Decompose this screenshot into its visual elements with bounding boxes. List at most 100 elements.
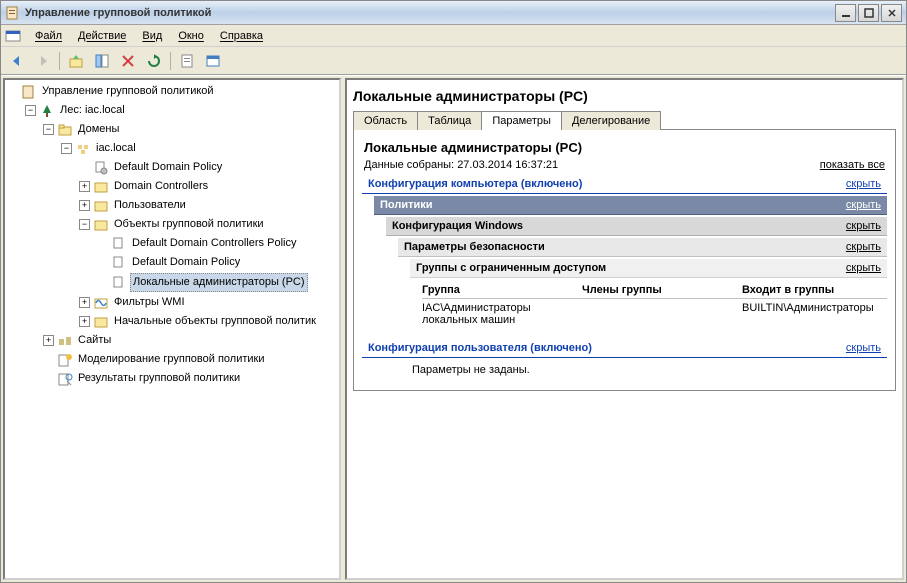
tree-wmi[interactable]: + Фильтры WMI <box>7 293 337 312</box>
tab-strip: Область Таблица Параметры Делегирование <box>353 110 896 130</box>
gpmc-icon <box>21 84 37 100</box>
toolbar <box>1 47 906 75</box>
table-row[interactable]: IAC\Администраторы локальных машин BUILT… <box>422 299 887 329</box>
collapse-icon[interactable]: − <box>43 124 54 135</box>
hide-link[interactable]: скрыть <box>846 262 881 274</box>
col-members: Члены группы <box>582 284 742 296</box>
maximize-button[interactable] <box>858 4 879 22</box>
app-window: Управление групповой политикой Файл Дейс… <box>0 0 907 583</box>
tree-users[interactable]: + Пользователи <box>7 196 337 215</box>
properties-button[interactable] <box>175 50 199 72</box>
tree-gpo-ddc[interactable]: Default Domain Controllers Policy <box>7 234 337 253</box>
cell-group: IAC\Администраторы локальных машин <box>422 302 582 326</box>
expand-icon[interactable]: + <box>79 297 90 308</box>
tree-domain-controllers[interactable]: + Domain Controllers <box>7 177 337 196</box>
tab-delegation[interactable]: Делегирование <box>561 111 661 130</box>
help-button[interactable] <box>201 50 225 72</box>
tree-results[interactable]: Результаты групповой политики <box>7 369 337 388</box>
no-params-text: Параметры не заданы. <box>410 358 887 382</box>
tree-domain[interactable]: − iac.local <box>7 139 337 158</box>
show-all-link[interactable]: показать все <box>820 159 885 171</box>
tab-scope[interactable]: Область <box>353 111 418 130</box>
tree-default-policy[interactable]: Default Domain Policy <box>7 158 337 177</box>
title-bar[interactable]: Управление групповой политикой <box>1 1 906 25</box>
col-group: Группа <box>422 284 582 296</box>
expand-icon[interactable]: + <box>43 335 54 346</box>
console-tree: Управление групповой политикой − Лес: ia… <box>5 80 339 390</box>
policy-title: Локальные администраторы (PC) <box>362 138 887 157</box>
policy-link-icon <box>93 160 109 176</box>
hide-link[interactable]: скрыть <box>846 178 881 190</box>
tree-modeling[interactable]: Моделирование групповой политики <box>7 350 337 369</box>
back-button[interactable] <box>5 50 29 72</box>
col-memberof: Входит в группы <box>742 284 887 296</box>
window-title: Управление групповой политикой <box>25 7 835 19</box>
delete-button[interactable] <box>116 50 140 72</box>
expand-icon[interactable]: + <box>79 181 90 192</box>
hide-link[interactable]: скрыть <box>846 220 881 232</box>
collected-value: 27.03.2014 16:37:21 <box>457 159 558 171</box>
collected-label: Данные собраны: <box>364 159 454 171</box>
tree-forest[interactable]: − Лес: iac.local <box>7 101 337 120</box>
forward-button[interactable] <box>31 50 55 72</box>
toolbar-separator <box>170 52 171 70</box>
collapse-icon[interactable]: − <box>79 219 90 230</box>
refresh-button[interactable] <box>142 50 166 72</box>
section-computer-config[interactable]: Конфигурация компьютера (включено) скрыт… <box>362 175 887 194</box>
menu-window[interactable]: Окно <box>170 28 212 44</box>
tree-gpo-container[interactable]: − Объекты групповой политики <box>7 215 337 234</box>
app-icon <box>5 5 21 21</box>
gpo-icon <box>111 275 127 291</box>
collected-row: Данные собраны: 27.03.2014 16:37:21 <box>364 159 558 171</box>
hide-link[interactable]: скрыть <box>846 199 881 211</box>
minimize-button[interactable] <box>835 4 856 22</box>
tree-sites[interactable]: + Сайты <box>7 331 337 350</box>
menu-action[interactable]: Действие <box>70 28 134 44</box>
domains-icon <box>57 122 73 138</box>
restricted-groups-table: Группа Члены группы Входит в группы IAC\… <box>422 282 887 329</box>
tree-root[interactable]: Управление групповой политикой <box>7 82 337 101</box>
section-user-config[interactable]: Конфигурация пользователя (включено) скр… <box>362 339 887 358</box>
cell-memberof: BUILTIN\Администраторы <box>742 302 887 326</box>
collapse-icon[interactable]: − <box>25 105 36 116</box>
menu-help[interactable]: Справка <box>212 28 271 44</box>
section-restricted-groups[interactable]: Группы с ограниченным доступом скрыть <box>410 259 887 278</box>
ou-icon <box>93 179 109 195</box>
collapse-icon[interactable]: − <box>61 143 72 154</box>
starter-icon <box>93 314 109 330</box>
gpo-icon <box>111 236 127 252</box>
tree-panel[interactable]: Управление групповой политикой − Лес: ia… <box>3 78 341 580</box>
window-controls <box>835 4 902 22</box>
gpo-folder-icon <box>93 217 109 233</box>
close-button[interactable] <box>881 4 902 22</box>
hide-link[interactable]: скрыть <box>846 241 881 253</box>
show-hide-button[interactable] <box>90 50 114 72</box>
expand-icon[interactable]: + <box>79 316 90 327</box>
section-windows-config[interactable]: Конфигурация Windows скрыть <box>386 217 887 236</box>
menu-view[interactable]: Вид <box>134 28 170 44</box>
expand-icon[interactable]: + <box>79 200 90 211</box>
hide-link[interactable]: скрыть <box>846 342 881 354</box>
tab-table[interactable]: Таблица <box>417 111 482 130</box>
gpo-icon <box>111 255 127 271</box>
tab-parameters[interactable]: Параметры <box>481 111 562 130</box>
detail-heading: Локальные администраторы (PC) <box>353 84 896 110</box>
sites-icon <box>57 333 73 349</box>
wmi-icon <box>93 295 109 311</box>
toolbar-separator <box>59 52 60 70</box>
cell-members <box>582 302 742 326</box>
ou-icon <box>93 198 109 214</box>
modeling-icon <box>57 352 73 368</box>
forest-icon <box>39 103 55 119</box>
domain-icon <box>75 141 91 157</box>
section-security-params[interactable]: Параметры безопасности скрыть <box>398 238 887 257</box>
tree-domains[interactable]: − Домены <box>7 120 337 139</box>
tree-gpo-local-admins[interactable]: Локальные администраторы (PC) <box>7 272 337 293</box>
menu-file[interactable]: Файл <box>27 28 70 44</box>
results-icon <box>57 371 73 387</box>
tree-gpo-ddp[interactable]: Default Domain Policy <box>7 253 337 272</box>
section-policies[interactable]: Политики скрыть <box>374 196 887 215</box>
detail-panel: Локальные администраторы (PC) Область Та… <box>345 78 904 580</box>
up-button[interactable] <box>64 50 88 72</box>
tree-starter-gpos[interactable]: + Начальные объекты групповой политик <box>7 312 337 331</box>
